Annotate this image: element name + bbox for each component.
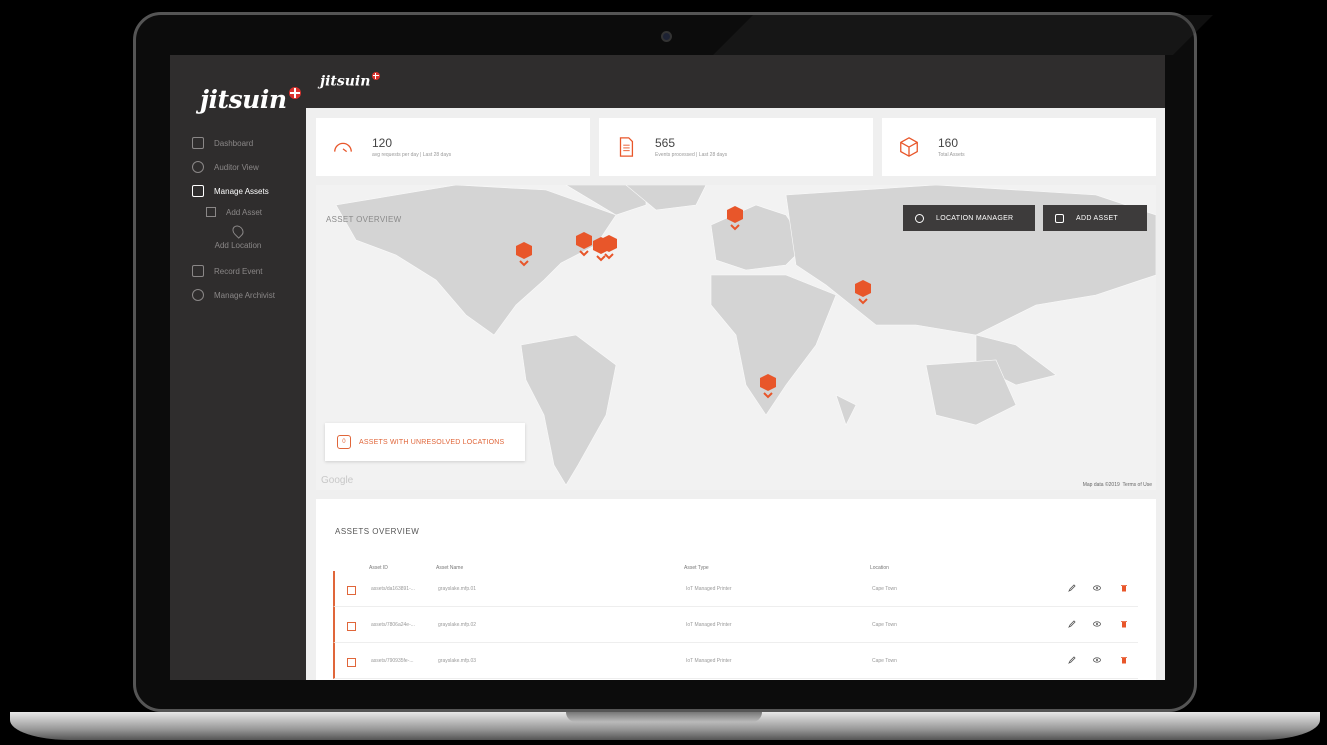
asset-type: IoT Managed Printer xyxy=(686,622,732,628)
add-asset-button[interactable]: ADD ASSET xyxy=(1043,205,1147,231)
sidebar-item-label: Record Event xyxy=(214,266,263,276)
stats-row: 120 avg requests per day | Last 28 days 5… xyxy=(316,118,1156,176)
sidebar-item-record-event[interactable]: Record Event xyxy=(170,259,306,283)
sidebar-item-label: Manage Archivist xyxy=(214,290,275,300)
stat-label: Total Assets xyxy=(938,152,965,158)
location-pin-icon xyxy=(230,223,246,239)
sidebar-item-label: Manage Assets xyxy=(214,186,269,196)
brand-mark-icon xyxy=(288,86,301,99)
map-pin-icon[interactable] xyxy=(600,234,618,260)
asset-location: Cape Town xyxy=(872,622,897,628)
assets-overview-panel: ASSETS OVERVIEW Asset ID Asset Name Asse… xyxy=(316,499,1156,680)
dashboard-icon xyxy=(192,137,204,149)
brand-logo[interactable]: jitsuin xyxy=(200,85,301,114)
unresolved-locations-badge[interactable]: 0 ASSETS WITH UNRESOLVED LOCATIONS xyxy=(325,423,525,461)
laptop-notch xyxy=(566,712,762,722)
map-pin-icon[interactable] xyxy=(726,205,744,231)
view-icon[interactable] xyxy=(1093,656,1101,664)
topbar-logo[interactable]: jitsuin xyxy=(320,72,381,90)
sidebar-nav: Dashboard Auditor View Manage Assets Add… xyxy=(170,131,306,307)
gauge-icon xyxy=(334,142,352,153)
stat-card-events: 565 Events processed | Last 28 days xyxy=(599,118,873,176)
edit-icon[interactable] xyxy=(1068,620,1076,628)
asset-name: grayslake.mfp.01 xyxy=(438,586,477,592)
top-bar: jitsuin xyxy=(306,55,1165,108)
asset-name: grayslake.mfp.03 xyxy=(438,658,477,664)
stat-value: 565 xyxy=(655,136,676,150)
terms-link[interactable]: Terms of Use xyxy=(1123,482,1152,488)
asset-id: assets/da163891-... xyxy=(371,586,415,592)
sidebar-item-dashboard[interactable]: Dashboard xyxy=(170,131,306,155)
map-pin-icon[interactable] xyxy=(759,373,777,399)
box-icon xyxy=(347,658,356,667)
map-pin-icon[interactable] xyxy=(854,279,872,305)
asset-location: Cape Town xyxy=(872,658,897,664)
delete-icon[interactable] xyxy=(1120,584,1128,592)
unresolved-label: ASSETS WITH UNRESOLVED LOCATIONS xyxy=(359,438,505,446)
asset-table: assets/da163891-... grayslake.mfp.01 IoT… xyxy=(333,571,1138,679)
table-row[interactable]: assets/da163891-... grayslake.mfp.01 IoT… xyxy=(333,571,1138,607)
location-manager-button[interactable]: LOCATION MANAGER xyxy=(903,205,1035,231)
webcam xyxy=(661,31,672,42)
hexagon-count-icon: 0 xyxy=(337,435,351,449)
sidebar-item-auditor-view[interactable]: Auditor View xyxy=(170,155,306,179)
stat-label: Events processed | Last 28 days xyxy=(655,152,728,158)
sidebar-item-label: Add Location xyxy=(214,241,262,250)
sidebar: jitsuin Dashboard Auditor View Manage As… xyxy=(170,55,306,680)
sidebar-item-label: Add Asset xyxy=(226,207,263,217)
asset-map[interactable]: ASSET OVERVIEW LOCATION MANAGER ADD ASSE… xyxy=(316,185,1156,490)
map-pin-icon[interactable] xyxy=(575,231,593,257)
view-icon[interactable] xyxy=(1093,620,1101,628)
stat-card-assets: 160 Total Assets xyxy=(882,118,1156,176)
bezel-glare xyxy=(713,15,1213,55)
button-label: ADD ASSET xyxy=(1076,214,1118,222)
sidebar-item-add-location[interactable]: Add Location xyxy=(170,221,306,259)
sidebar-item-manage-archivist[interactable]: Manage Archivist xyxy=(170,283,306,307)
delete-icon[interactable] xyxy=(1120,620,1128,628)
edit-icon[interactable] xyxy=(1068,656,1076,664)
asset-id: assets/7806a24e-... xyxy=(371,622,415,628)
document-icon xyxy=(619,137,634,157)
stat-value: 120 xyxy=(372,136,393,150)
box-icon xyxy=(347,622,356,631)
globe-icon xyxy=(192,289,204,301)
sidebar-item-label: Dashboard xyxy=(214,138,254,148)
delete-icon[interactable] xyxy=(1120,656,1128,664)
assets-title: ASSETS OVERVIEW xyxy=(335,527,420,536)
table-row[interactable]: assets/7806a24e-... grayslake.mfp.02 IoT… xyxy=(333,607,1138,643)
google-watermark: Google xyxy=(321,475,354,486)
view-icon[interactable] xyxy=(1093,584,1101,592)
add-box-icon xyxy=(206,207,216,217)
asset-id: assets/790935fe-... xyxy=(371,658,414,664)
stat-value: 160 xyxy=(938,136,959,150)
map-pin-icon[interactable] xyxy=(515,241,533,267)
box-icon xyxy=(192,185,204,197)
asset-name: grayslake.mfp.02 xyxy=(438,622,477,628)
add-box-icon xyxy=(1055,213,1064,223)
document-add-icon xyxy=(192,265,204,277)
map-title: ASSET OVERVIEW xyxy=(326,215,402,224)
sidebar-item-manage-assets[interactable]: Manage Assets xyxy=(170,179,306,203)
asset-type: IoT Managed Printer xyxy=(686,658,732,664)
stat-label: avg requests per day | Last 28 days xyxy=(372,152,452,158)
box-icon xyxy=(347,586,356,595)
box-icon xyxy=(900,137,918,157)
button-label: LOCATION MANAGER xyxy=(936,214,1014,222)
asset-type: IoT Managed Printer xyxy=(686,586,732,592)
asset-location: Cape Town xyxy=(872,586,897,592)
search-icon xyxy=(192,161,204,173)
app-screen: jitsuin Dashboard Auditor View Manage As… xyxy=(170,55,1165,680)
stat-card-requests: 120 avg requests per day | Last 28 days xyxy=(316,118,590,176)
map-data-label: Map data ©2019 xyxy=(1082,482,1120,488)
sidebar-item-add-asset[interactable]: Add Asset xyxy=(170,203,306,221)
location-pin-icon xyxy=(915,213,924,223)
edit-icon[interactable] xyxy=(1068,584,1076,592)
map-footer: Map data ©2019 Terms of Use xyxy=(1083,482,1152,488)
table-row[interactable]: assets/790935fe-... grayslake.mfp.03 IoT… xyxy=(333,643,1138,679)
sidebar-item-label: Auditor View xyxy=(214,162,259,172)
brand-mark-icon xyxy=(372,72,381,80)
